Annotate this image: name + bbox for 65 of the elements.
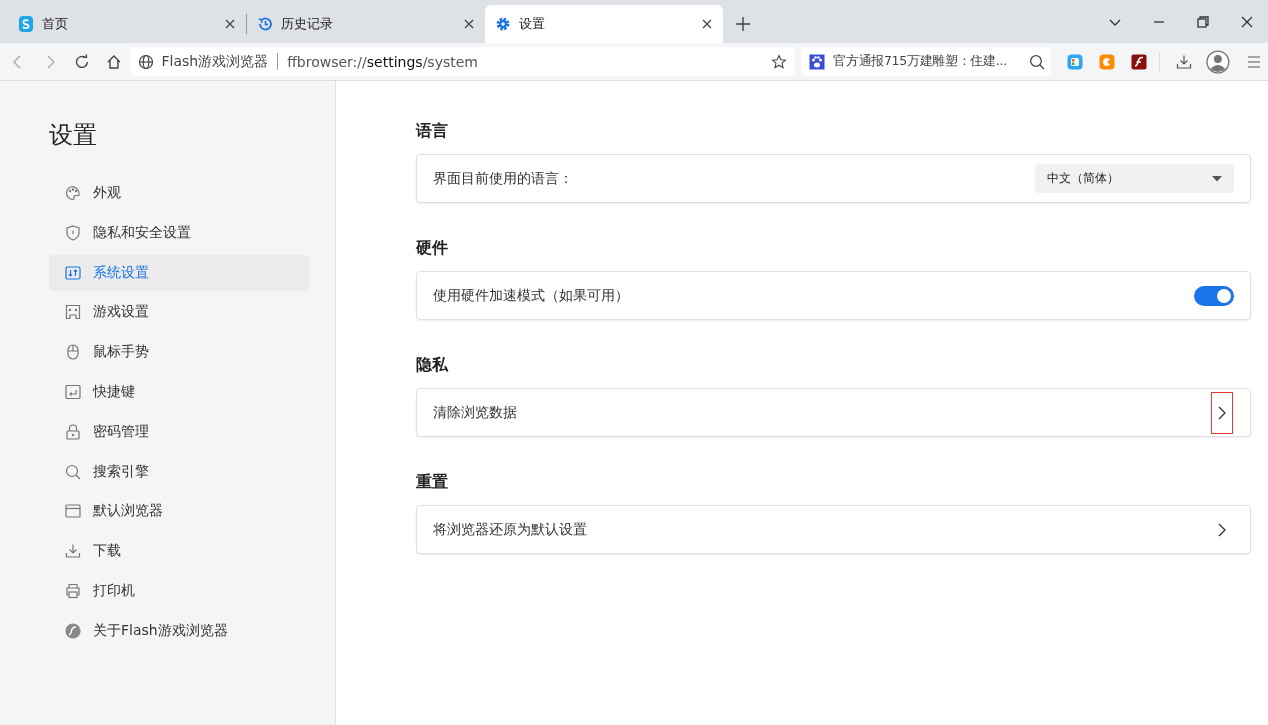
history-icon [257, 16, 273, 32]
close-icon[interactable] [1239, 14, 1255, 30]
close-icon[interactable] [701, 18, 713, 30]
section-title: 重置 [416, 472, 449, 493]
site-name: Flash游戏浏览器 [161, 52, 269, 71]
about-icon [65, 622, 81, 639]
close-icon[interactable] [463, 18, 475, 30]
setting-label: 使用硬件加速模式（如果可用） [433, 286, 630, 305]
keyboard-icon [65, 384, 81, 400]
section-title: 语言 [416, 121, 449, 142]
home-icon[interactable] [105, 53, 122, 70]
search-icon [65, 463, 81, 480]
extension-icon[interactable] [1067, 53, 1084, 70]
settings-icon [495, 16, 511, 32]
browser-logo-icon [18, 16, 34, 32]
close-icon[interactable] [224, 18, 236, 30]
lock-icon [65, 423, 81, 440]
sidebar-item[interactable]: 下载 [49, 533, 310, 570]
sidebar-item[interactable]: 外观 [49, 175, 310, 211]
toggle-switch[interactable] [1194, 285, 1234, 306]
new-tab-icon[interactable] [735, 16, 751, 32]
mouse-icon [65, 344, 81, 361]
language-dropdown[interactable]: 中文（简体） [1035, 164, 1234, 193]
download-icon[interactable] [1176, 53, 1193, 70]
window-icon [65, 503, 81, 520]
chevron-right-icon [1218, 405, 1226, 420]
chevron-button[interactable] [1211, 391, 1233, 434]
browser-tab[interactable]: 首页 [8, 5, 246, 43]
search-icon[interactable] [1029, 53, 1046, 70]
browser-tab[interactable]: 设置 [485, 5, 723, 43]
setting-label: 界面目前使用的语言： [433, 169, 574, 188]
shield-icon [65, 224, 81, 241]
game-icon [65, 304, 81, 321]
sidebar-item[interactable]: 默认浏览器 [49, 493, 310, 530]
section-title: 硬件 [416, 238, 449, 259]
url-text: ffbrowser://settings/system [287, 53, 478, 70]
globe-icon [137, 53, 154, 70]
setting-label: 将浏览器还原为默认设置 [433, 520, 588, 539]
sidebar-item[interactable]: 搜索引擎 [49, 453, 310, 490]
star-icon[interactable] [771, 53, 788, 70]
sidebar-item[interactable]: 鼠标手势 [49, 334, 310, 371]
sidebar-item[interactable]: 快捷键 [49, 374, 310, 410]
avatar-icon[interactable] [1206, 49, 1230, 74]
sidebar-item[interactable]: 打印机 [49, 572, 310, 609]
browser-tab[interactable]: 历史记录 [247, 5, 485, 43]
section-title: 隐私 [416, 355, 449, 376]
chevron-right-icon [1218, 522, 1226, 537]
sidebar-item[interactable]: 游戏设置 [49, 294, 310, 331]
sidebar-item[interactable]: 系统设置 [49, 254, 310, 291]
caret-icon [1212, 175, 1222, 182]
sidebar-item[interactable]: 密码管理 [49, 413, 310, 450]
sidebar-item[interactable]: 关于Flash游戏浏览器 [49, 612, 310, 649]
setting-label: 清除浏览数据 [433, 403, 518, 422]
palette-icon [65, 185, 81, 201]
printer-icon [65, 582, 81, 599]
paw-icon [809, 53, 826, 70]
restore-icon[interactable] [1195, 14, 1211, 30]
search-field[interactable]: 官方通报715万建雕塑：住建... [801, 47, 1052, 76]
sidebar-title: 设置 [49, 120, 98, 151]
system-icon [65, 264, 81, 281]
reload-icon[interactable] [73, 53, 90, 70]
sidebar-item[interactable]: 隐私和安全设置 [49, 214, 310, 251]
download-icon [65, 543, 81, 560]
flash-icon[interactable] [1131, 53, 1148, 70]
address-bar[interactable]: Flash游戏浏览器 ffbrowser://settings/system [129, 47, 796, 76]
